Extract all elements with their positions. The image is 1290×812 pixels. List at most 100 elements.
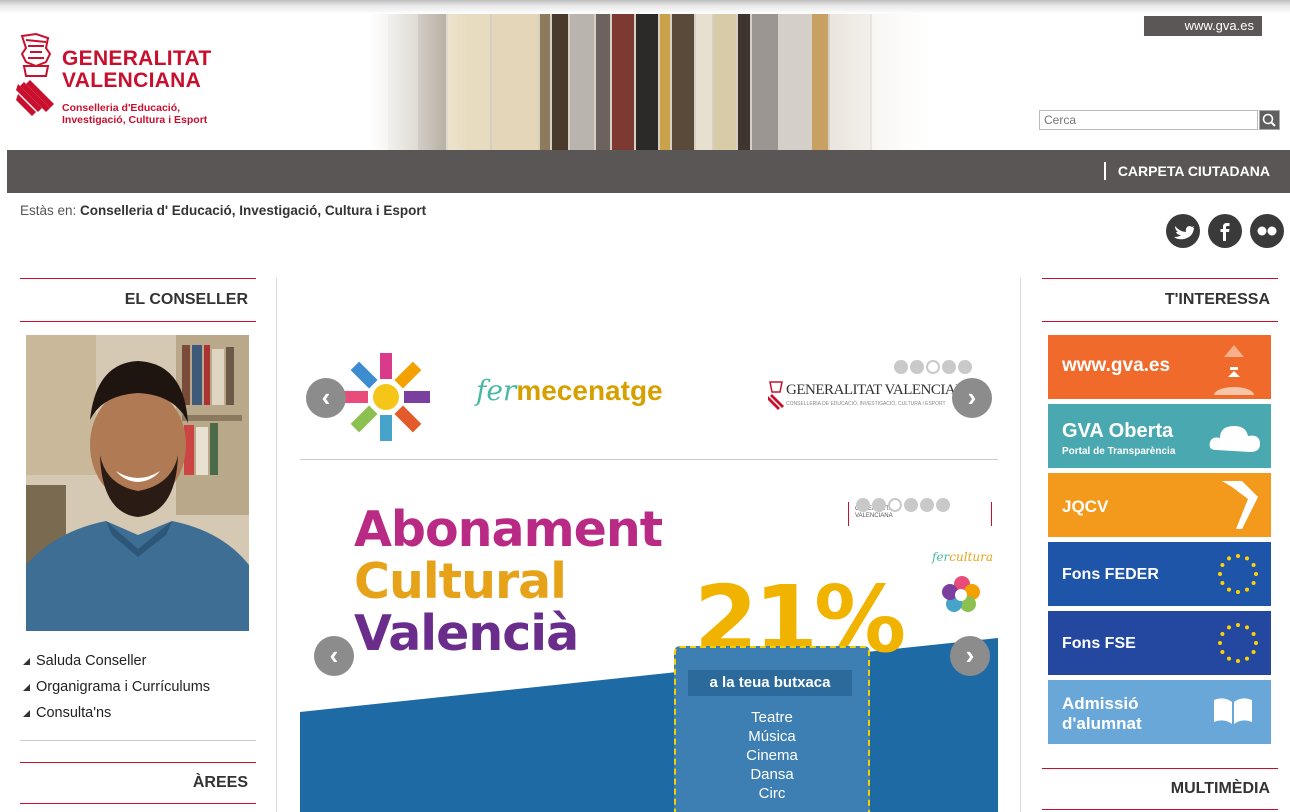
tile-fons-fse-label: Fons FSE	[1062, 635, 1136, 652]
tile-gva-label: www.gva.es	[1062, 355, 1171, 376]
fer-mecenatge-logo: fermecenatge	[476, 374, 663, 407]
abonament-cultural-banner[interactable]: Abonament Cultural Valencià 21% a la teu…	[300, 480, 998, 812]
title-line-cultural: Cultural	[354, 553, 567, 610]
link-organigrama[interactable]: Organigrama i Currículums	[22, 674, 210, 700]
cultura-word: cultura	[949, 550, 994, 564]
search-icon	[1262, 113, 1276, 127]
carousel-dot[interactable]	[910, 360, 924, 374]
banner-dot[interactable]	[936, 498, 950, 512]
carousel-dot-active[interactable]	[926, 360, 940, 374]
carousel-dot[interactable]	[942, 360, 956, 374]
tile-admissio-sub: d'alumnat	[1062, 714, 1142, 733]
tile-fons-feder-label: Fons FEDER	[1062, 566, 1159, 583]
pocket-item: Música	[748, 728, 796, 745]
tile-jqcv[interactable]: JQCV	[1048, 473, 1271, 537]
tile-gva-oberta-label: GVA Oberta	[1062, 420, 1174, 442]
arees-heading: ÀREES	[20, 762, 256, 804]
fercultura-flower-icon	[942, 576, 980, 612]
carousel-top-prev-button[interactable]: ‹	[306, 378, 346, 418]
title-line-abonament: Abonament	[354, 501, 663, 558]
pocket-item: Teatre	[751, 709, 793, 726]
search-button[interactable]	[1259, 110, 1280, 130]
arees-section: ÀREES	[20, 762, 256, 804]
link-saluda-conseller[interactable]: Saluda Conseller	[22, 648, 210, 674]
logo-title: GENERALITAT VALENCIANA	[62, 48, 212, 92]
multimedia-section: MULTIMÈDIA	[1042, 768, 1278, 810]
pocket-item: Circ	[758, 785, 786, 802]
banner-dot-active[interactable]	[888, 498, 902, 512]
social-links	[1166, 214, 1284, 248]
tile-fons-feder[interactable]: Fons FEDER	[1048, 542, 1271, 606]
mecenatge-star-logo	[342, 353, 430, 441]
breadcrumb-prefix: Estàs en:	[20, 203, 77, 218]
gv-logo-text: GENERALITAT VALENCIANA	[786, 382, 976, 398]
breadcrumb: Estàs en: Conselleria d' Educació, Inves…	[20, 203, 426, 218]
pocket-item: Cinema	[746, 747, 798, 764]
abonament-title: Abonament Cultural Valencià	[354, 501, 663, 662]
tile-gva-oberta-sub: Portal de Transparència	[1062, 446, 1176, 457]
pocket-item: Dansa	[750, 766, 794, 783]
banner-prev-button[interactable]: ‹	[314, 636, 354, 676]
column-divider-right	[1020, 278, 1021, 812]
banner-next-button[interactable]: ›	[950, 636, 990, 676]
facebook-icon[interactable]	[1208, 214, 1242, 248]
eu-stars-icon	[1218, 623, 1258, 663]
tinteressa-heading: T'INTERESSA	[1042, 278, 1278, 322]
generalitat-emblem-icon	[16, 32, 54, 116]
fer-word: fer	[476, 374, 517, 407]
pocket-items: Teatre Música Cinema Dansa Circ	[676, 708, 868, 803]
logo-department: Conselleria d'Educació, Investigació, Cu…	[62, 102, 207, 126]
conseller-links: Saluda Conseller Organigrama i Currículu…	[22, 648, 210, 726]
jeans-pocket: a la teua butxaca Teatre Música Cinema D…	[674, 646, 870, 812]
tinteressa-tiles: www.gva.es GVA Oberta Portal de Transpar…	[1048, 335, 1271, 749]
banner-dot[interactable]	[904, 498, 918, 512]
left-divider	[20, 740, 256, 741]
dept-line1: Conselleria d'Educació,	[62, 102, 181, 114]
conseller-section: EL CONSELLER	[20, 278, 256, 322]
conseller-photo[interactable]	[26, 335, 249, 631]
tile-admissio-alumnat[interactable]: Admissió d'alumnat	[1048, 680, 1271, 744]
tile-fons-fse[interactable]: Fons FSE	[1048, 611, 1271, 675]
carousel-top-dots	[894, 360, 974, 378]
logo-line1: GENERALITAT	[62, 47, 212, 70]
carousel-dot[interactable]	[894, 360, 908, 374]
conseller-heading: EL CONSELLER	[20, 278, 256, 322]
gva-site-link[interactable]: www.gva.es	[1144, 16, 1262, 36]
tile-gva[interactable]: www.gva.es	[1048, 335, 1271, 399]
carousel-top-next-button[interactable]: ›	[952, 378, 992, 418]
eu-stars-icon	[1218, 554, 1258, 594]
title-line-valencia: Valencià	[354, 605, 579, 662]
logo-line2: VALENCIANA	[62, 69, 202, 92]
gv-logo-subtext: CONSELLERIA DE EDUCACIÓ, INVESTIGACIÓ, C…	[786, 401, 946, 407]
center-divider	[300, 459, 998, 460]
banner-dot[interactable]	[920, 498, 934, 512]
header-books-image	[368, 14, 928, 150]
main-navbar: CARPETA CIUTADANA	[7, 150, 1290, 193]
banner-dot[interactable]	[872, 498, 886, 512]
search-input[interactable]	[1039, 110, 1258, 130]
fercultura-logo: fercultura	[932, 550, 993, 564]
link-consultans[interactable]: Consulta'ns	[22, 700, 210, 726]
dept-line2: Investigació, Cultura i Esport	[62, 114, 208, 126]
arrow-up-icon	[1214, 345, 1254, 395]
cloud-icon	[1209, 426, 1260, 452]
jqcv-logo-icon	[1222, 481, 1258, 529]
sponsor-carousel: fermecenatge GENERALITAT VALENCIANA CONS…	[300, 340, 998, 450]
flickr-icon[interactable]	[1250, 214, 1284, 248]
fer-word: fer	[932, 550, 950, 564]
generalitat-logo[interactable]: GENERALITAT VALENCIANA Conselleria d'Edu…	[16, 32, 256, 142]
tile-gva-oberta[interactable]: GVA Oberta Portal de Transparència	[1048, 404, 1271, 468]
mecenatge-word: mecenatge	[516, 375, 663, 406]
top-shadow-bar	[0, 0, 1290, 14]
column-divider-left	[276, 278, 277, 812]
carpeta-ciutadana-link[interactable]: CARPETA CIUTADANA	[1103, 162, 1270, 180]
pocket-title: a la teua butxaca	[688, 670, 852, 696]
banner-dots	[856, 498, 952, 516]
carousel-dot[interactable]	[958, 360, 972, 374]
breadcrumb-current[interactable]: Conselleria d' Educació, Investigació, C…	[80, 203, 426, 218]
generalitat-emblem-icon	[768, 381, 784, 410]
multimedia-heading: MULTIMÈDIA	[1042, 768, 1278, 810]
twitter-icon[interactable]	[1166, 214, 1200, 248]
open-book-icon	[1214, 698, 1252, 724]
banner-dot[interactable]	[856, 498, 870, 512]
